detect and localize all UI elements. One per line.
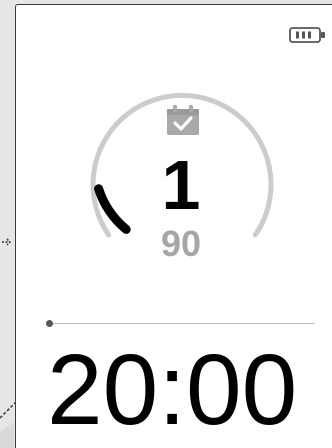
calendar-check-icon [167, 105, 199, 135]
total-days: 90 [160, 223, 202, 264]
timer-display: 20:00 [47, 334, 298, 446]
edge-arrow-icon [2, 238, 12, 246]
current-day: 1 [161, 146, 201, 224]
battery-icon [289, 27, 325, 43]
timer-progress-track [50, 323, 315, 324]
timer-progress-knob[interactable] [46, 320, 53, 327]
